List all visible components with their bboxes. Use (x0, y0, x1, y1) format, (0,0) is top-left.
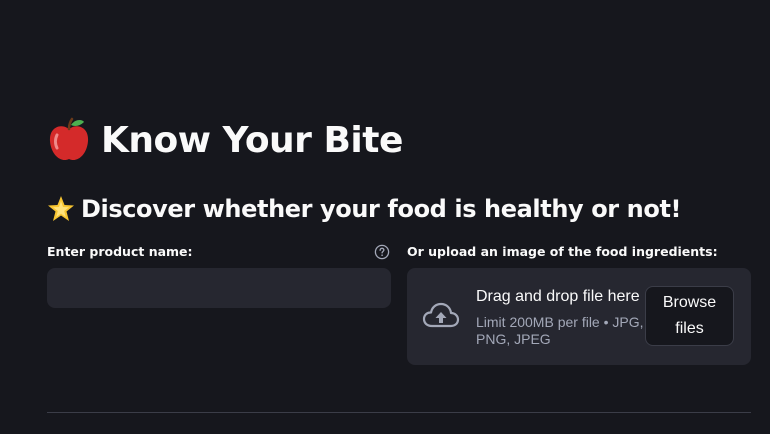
file-dropzone[interactable]: Drag and drop file here Limit 200MB per … (407, 268, 751, 365)
upload-label: Or upload an image of the food ingredien… (407, 244, 718, 259)
page-subtitle: Discover whether your food is healthy or… (47, 190, 681, 228)
main-content: Know Your Bite Discover whether your foo… (47, 0, 751, 434)
question-circle-icon[interactable] (374, 244, 390, 260)
browse-files-button[interactable]: Browse files (645, 286, 734, 346)
dropzone-limit-text: Limit 200MB per file • JPG, PNG, JPEG (476, 314, 644, 347)
cloud-upload-icon (422, 302, 460, 328)
subtitle-text: Discover whether your food is healthy or… (81, 195, 682, 223)
product-name-input[interactable] (47, 268, 391, 308)
product-name-label: Enter product name: (47, 244, 193, 259)
page-title: Know Your Bite (47, 112, 403, 168)
red-apple-icon (49, 117, 89, 161)
title-text: Know Your Bite (101, 119, 403, 161)
divider (47, 412, 751, 413)
glowing-star-icon (48, 196, 74, 221)
dropzone-title: Drag and drop file here (476, 288, 640, 305)
